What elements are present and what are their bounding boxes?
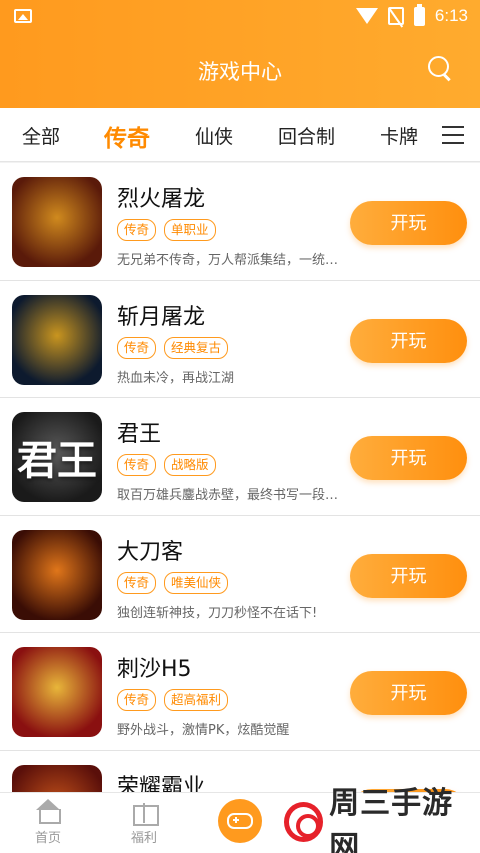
list-item[interactable]: 烈火屠龙 传奇 单职业 无兄弟不传奇，万人帮派集结，一统… 开玩 [0, 163, 480, 281]
game-icon [12, 647, 102, 737]
game-name: 烈火屠龙 [117, 187, 206, 212]
game-icon [12, 294, 102, 385]
game-description: 无兄弟不传奇，万人帮派集结，一统… [117, 253, 339, 268]
tag: 传奇 [117, 454, 157, 476]
game-tags: 传奇 经典复古 [117, 336, 229, 359]
game-description: 取百万雄兵鏖战赤壁，最终书写一段… [117, 488, 339, 503]
bottom-nav: 首页 福利 周三手游网 [0, 786, 480, 853]
tab-chuanqi[interactable]: 传奇 [104, 119, 150, 153]
tag: 单职业 [164, 219, 216, 241]
play-button[interactable]: 开玩 [350, 553, 467, 598]
play-button[interactable]: 开玩 [350, 671, 467, 715]
tag: 超高福利 [164, 689, 229, 711]
status-bar: 6:13 [0, 0, 480, 34]
tag: 战略版 [164, 454, 216, 476]
play-button[interactable]: 开玩 [350, 318, 467, 363]
game-list: 烈火屠龙 传奇 单职业 无兄弟不传奇，万人帮派集结，一统… 开玩 斩月屠龙 传奇… [0, 163, 480, 853]
tag: 唯美仙侠 [164, 571, 229, 594]
nav-home[interactable]: 首页 [18, 799, 78, 846]
game-tags: 传奇 单职业 [117, 219, 216, 241]
wifi-icon [355, 8, 378, 24]
no-sim-icon [387, 7, 404, 25]
list-item[interactable]: 大刀客 传奇 唯美仙侠 独创连斩神技，刀刀秒怪不在话下! 开玩 [0, 515, 480, 633]
watermark: 周三手游网 [284, 786, 480, 853]
list-item[interactable]: 君王 君王 传奇 战略版 取百万雄兵鏖战赤壁，最终书写一段… 开玩 [0, 398, 480, 516]
game-tags: 传奇 唯美仙侠 [117, 571, 229, 594]
tab-turn-based[interactable]: 回合制 [278, 122, 335, 149]
nav-game-center[interactable] [218, 799, 262, 843]
gift-icon [131, 799, 159, 826]
game-icon [12, 529, 102, 620]
game-tags: 传奇 超高福利 [117, 689, 229, 711]
list-item[interactable]: 斩月屠龙 传奇 经典复古 热血未冷，再战江湖 开玩 [0, 280, 480, 398]
play-button[interactable]: 开玩 [350, 201, 467, 245]
game-name: 斩月屠龙 [117, 304, 206, 330]
game-icon: 君王 [12, 412, 102, 502]
game-name: 君王 [117, 422, 162, 447]
game-tags: 传奇 战略版 [117, 454, 216, 476]
search-icon[interactable] [428, 56, 452, 80]
gallery-notification-icon [14, 9, 32, 23]
page-title: 游戏中心 [198, 60, 282, 84]
category-tabs: 全部 传奇 仙侠 回合制 卡牌 [0, 108, 480, 162]
watermark-text: 周三手游网 [329, 786, 454, 853]
game-name: 刺沙H5 [117, 657, 192, 682]
nav-home-label: 首页 [34, 831, 61, 846]
battery-icon [413, 3, 425, 26]
status-time: 6:13 [434, 6, 468, 25]
nav-welfare[interactable]: 福利 [114, 799, 174, 846]
tag: 传奇 [117, 689, 157, 711]
home-icon [35, 799, 61, 824]
tag: 传奇 [117, 336, 157, 359]
app-header: 6:13 游戏中心 [0, 0, 480, 108]
tab-card[interactable]: 卡牌 [380, 122, 418, 149]
tag: 传奇 [117, 219, 157, 241]
game-description: 野外战斗，激情PK，炫酷觉醒 [117, 723, 290, 738]
tab-all[interactable]: 全部 [22, 122, 60, 149]
game-icon [12, 177, 102, 267]
game-description: 热血未冷，再战江湖 [117, 370, 235, 386]
game-name: 大刀客 [117, 539, 184, 565]
tab-xianxia[interactable]: 仙侠 [195, 122, 233, 149]
tag: 传奇 [117, 571, 157, 594]
tag: 经典复古 [164, 336, 229, 359]
game-description: 独创连斩神技，刀刀秒怪不在话下! [117, 605, 318, 621]
nav-welfare-label: 福利 [130, 831, 157, 846]
gamepad-icon [227, 813, 253, 829]
watermark-logo-icon [284, 802, 324, 842]
play-button[interactable]: 开玩 [350, 436, 467, 480]
list-item[interactable]: 刺沙H5 传奇 超高福利 野外战斗，激情PK，炫酷觉醒 开玩 [0, 633, 480, 751]
menu-icon[interactable] [442, 126, 464, 144]
